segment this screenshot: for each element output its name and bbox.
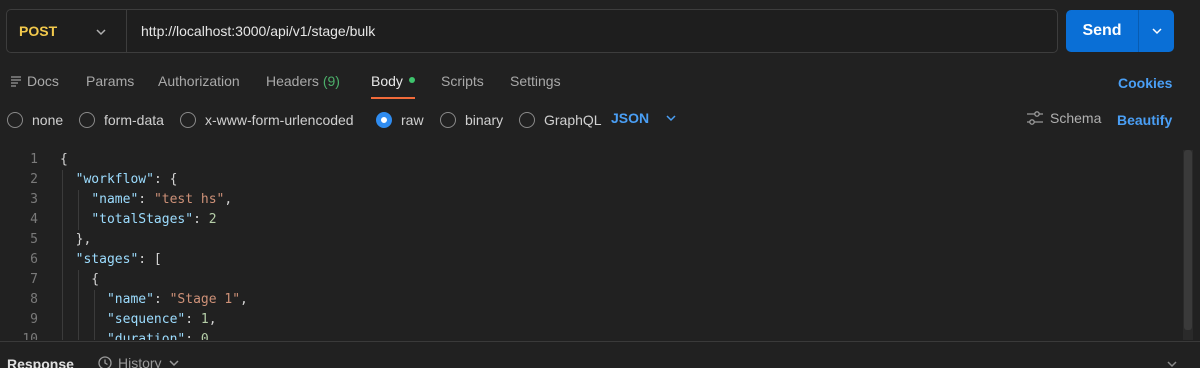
- headers-count-badge: (9): [322, 73, 340, 89]
- tab-authorization[interactable]: Authorization: [158, 66, 240, 98]
- tab-label: Body: [371, 73, 403, 89]
- method-label: POST: [19, 23, 58, 39]
- tab-settings[interactable]: Settings: [510, 66, 561, 98]
- format-label: JSON: [611, 110, 650, 126]
- option-label: x-www-form-urlencoded: [205, 112, 354, 128]
- tab-label: Params: [86, 73, 135, 89]
- tab-label: Headers: [266, 73, 319, 89]
- code-line: 1{: [0, 150, 1180, 170]
- code-line: 8 "name": "Stage 1",: [0, 290, 1180, 310]
- line-number: 9: [30, 312, 38, 327]
- beautify-button[interactable]: Beautify: [1117, 112, 1172, 128]
- code-text: "totalStages": 2: [91, 212, 217, 227]
- response-tab[interactable]: Response: [7, 356, 74, 368]
- radio-icon: [7, 112, 23, 128]
- line-number: 7: [30, 272, 38, 287]
- option-label: binary: [465, 112, 504, 128]
- code-text: "sequence": 1,: [106, 312, 217, 327]
- code-line: 7 {: [0, 270, 1180, 290]
- radio-icon: [180, 112, 196, 128]
- code-line: 2 "workflow": {: [0, 170, 1180, 190]
- chevron-down-icon: [96, 29, 106, 36]
- send-button[interactable]: Send: [1066, 22, 1138, 40]
- code-text: {: [60, 272, 100, 287]
- code-line: 10 "duration": 0,: [0, 330, 1180, 340]
- tab-docs[interactable]: Docs: [10, 66, 59, 98]
- code-text: "stages": [: [75, 252, 162, 267]
- body-type-raw[interactable]: raw: [376, 110, 424, 130]
- tab-label: Docs: [27, 73, 59, 89]
- tab-label: Authorization: [158, 73, 240, 89]
- code-text: "name": "test hs",: [91, 192, 233, 207]
- modified-dot-icon: [408, 77, 415, 84]
- code-text: "name": "Stage 1",: [106, 292, 248, 307]
- code-line: 3 "name": "test hs",: [0, 190, 1180, 210]
- chevron-down-icon: [1151, 28, 1162, 35]
- code-line: 4 "totalStages": 2: [0, 210, 1180, 230]
- editor-scrollbar-thumb[interactable]: [1184, 150, 1192, 330]
- chevron-down-icon: [666, 115, 676, 122]
- chevron-down-icon: [169, 360, 179, 367]
- code-text: "workflow": {: [75, 172, 178, 187]
- history-tab[interactable]: History: [97, 355, 180, 368]
- radio-icon: [519, 112, 535, 128]
- method-select[interactable]: POST: [7, 10, 127, 52]
- send-button-group: Send: [1066, 10, 1174, 52]
- code-text: {: [60, 152, 68, 167]
- docs-icon: [11, 76, 21, 87]
- active-tab-indicator: [371, 97, 415, 99]
- line-number: 1: [30, 152, 38, 167]
- schema-label: Schema: [1050, 110, 1102, 126]
- response-bar: Response History: [0, 341, 1200, 368]
- request-url-bar: POST http://localhost:3000/api/v1/stage/…: [6, 9, 1058, 53]
- code-editor[interactable]: 1{ 2 "workflow": { 3 "name": "test hs", …: [0, 150, 1200, 340]
- line-number: 8: [30, 292, 38, 307]
- send-options-button[interactable]: [1139, 25, 1174, 37]
- code-line: 9 "sequence": 1,: [0, 310, 1180, 330]
- schema-button[interactable]: Schema: [1026, 110, 1101, 126]
- line-number: 10: [22, 332, 38, 340]
- line-number: 5: [30, 232, 38, 247]
- url-input[interactable]: http://localhost:3000/api/v1/stage/bulk: [127, 23, 375, 39]
- body-type-none[interactable]: none: [7, 110, 63, 130]
- body-type-urlencoded[interactable]: x-www-form-urlencoded: [180, 110, 354, 130]
- code-text: },: [60, 232, 92, 247]
- radio-icon: [79, 112, 95, 128]
- line-number: 3: [30, 192, 38, 207]
- sliders-icon: [1027, 111, 1043, 125]
- tab-label: Scripts: [441, 73, 484, 89]
- format-select[interactable]: JSON: [611, 110, 677, 126]
- tab-body[interactable]: Body: [371, 66, 415, 98]
- option-label: none: [32, 112, 64, 128]
- line-number: 4: [30, 212, 38, 227]
- line-number: 6: [30, 252, 38, 267]
- option-label: form-data: [104, 112, 164, 128]
- radio-icon: [440, 112, 456, 128]
- tab-params[interactable]: Params: [86, 66, 134, 98]
- option-label: GraphQL: [544, 112, 602, 128]
- code-line: 5 },: [0, 230, 1180, 250]
- code-line: 6 "stages": [: [0, 250, 1180, 270]
- body-type-graphql[interactable]: GraphQL: [519, 110, 602, 130]
- tab-scripts[interactable]: Scripts: [441, 66, 484, 98]
- collapse-chevron-icon[interactable]: [1166, 358, 1178, 368]
- history-icon: [98, 356, 112, 368]
- code-text: "duration": 0,: [106, 332, 217, 340]
- body-type-form-data[interactable]: form-data: [79, 110, 164, 130]
- cookies-link[interactable]: Cookies: [1118, 75, 1172, 91]
- body-type-binary[interactable]: binary: [440, 110, 503, 130]
- option-label: raw: [401, 112, 424, 128]
- tab-headers[interactable]: Headers (9): [266, 66, 340, 98]
- tab-label: Settings: [510, 73, 561, 89]
- history-label: History: [118, 355, 162, 368]
- line-number: 2: [30, 172, 38, 187]
- radio-selected-icon: [376, 112, 392, 128]
